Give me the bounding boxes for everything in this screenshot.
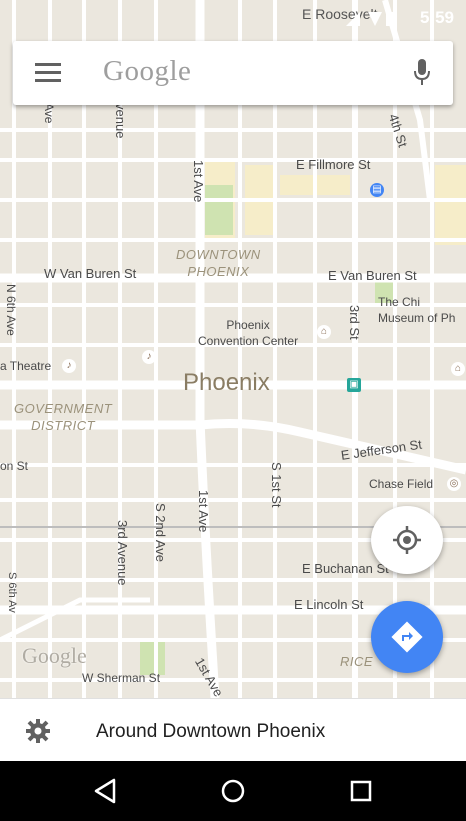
my-location-icon bbox=[393, 526, 421, 554]
museum-poi-icon-2[interactable]: ⌂ bbox=[451, 362, 465, 376]
theatre-poi-icon-2[interactable]: ♪ bbox=[142, 350, 156, 364]
street-label-e-van-buren: E Van Buren St bbox=[328, 268, 417, 283]
city-label-phoenix: Phoenix bbox=[183, 369, 270, 396]
street-label-ave-left: Ave bbox=[42, 103, 56, 124]
rail-station-icon[interactable]: ▣ bbox=[347, 378, 361, 392]
place-label-chase-field[interactable]: Chase Field bbox=[369, 477, 433, 491]
street-label-3rd-avenue: 3rd Avenue bbox=[115, 520, 130, 586]
gear-icon[interactable] bbox=[24, 717, 52, 745]
street-label-venue: venue bbox=[113, 103, 128, 139]
home-icon[interactable] bbox=[218, 776, 248, 806]
stadium-poi-icon[interactable]: ◎ bbox=[447, 477, 461, 491]
my-location-button[interactable] bbox=[371, 506, 443, 574]
street-label-e-fillmore: E Fillmore St bbox=[296, 157, 371, 172]
directions-icon bbox=[391, 621, 423, 653]
street-label-e-lincoln: E Lincoln St bbox=[294, 597, 364, 612]
google-logo: Google bbox=[103, 55, 192, 87]
google-watermark: Google bbox=[22, 643, 87, 668]
street-label-on-st: on St bbox=[0, 459, 29, 473]
theatre-poi-icon[interactable]: ♪ bbox=[62, 359, 76, 373]
place-label-childrens-museum[interactable]: The Chi Museum of Ph bbox=[378, 294, 455, 326]
street-label-1st-ave-top: 1st Ave bbox=[191, 160, 206, 203]
district-label-government: GOVERNMENT DISTRICT bbox=[14, 401, 113, 433]
search-bar[interactable]: Google bbox=[13, 41, 453, 105]
directions-button[interactable] bbox=[371, 601, 443, 673]
street-label-n-6th-ave: N 6th Ave bbox=[4, 284, 18, 336]
menu-icon[interactable] bbox=[35, 63, 61, 83]
signal-icon bbox=[346, 12, 394, 26]
park-area bbox=[205, 185, 233, 235]
navigation-bar bbox=[0, 761, 466, 821]
street-label-s-1st-st: S 1st St bbox=[269, 462, 284, 508]
district-label-downtown: DOWNTOWN PHOENIX bbox=[176, 247, 261, 279]
street-label-1st-ave-mid: 1st Ave bbox=[196, 490, 211, 533]
bottom-card[interactable]: Around Downtown Phoenix bbox=[0, 698, 466, 762]
block-area bbox=[435, 165, 466, 245]
status-time: 5:59 bbox=[419, 8, 454, 27]
street-label-w-sherman: W Sherman St bbox=[82, 671, 161, 685]
recents-icon[interactable] bbox=[346, 776, 376, 806]
street-label-3rd-st: 3rd St bbox=[347, 305, 362, 340]
back-icon[interactable] bbox=[90, 776, 120, 806]
transit-poi-icon[interactable]: ▤ bbox=[370, 183, 384, 197]
street-label-s-6th: S 6th Av bbox=[6, 572, 18, 613]
mic-icon[interactable] bbox=[413, 59, 431, 87]
place-label-convention-center[interactable]: Phoenix Convention Center bbox=[198, 317, 298, 349]
museum-poi-icon[interactable]: ⌂ bbox=[317, 325, 331, 339]
status-bar: E Roosevelt 5:59 bbox=[0, 0, 466, 32]
street-label-s-2nd-ave: S 2nd Ave bbox=[153, 503, 168, 563]
place-label-theatre[interactable]: a Theatre bbox=[0, 359, 51, 373]
park-area bbox=[140, 640, 165, 675]
street-label-w-van-buren: W Van Buren St bbox=[44, 266, 137, 281]
district-label-rice: RICE bbox=[340, 654, 374, 669]
card-title[interactable]: Around Downtown Phoenix bbox=[96, 721, 325, 743]
